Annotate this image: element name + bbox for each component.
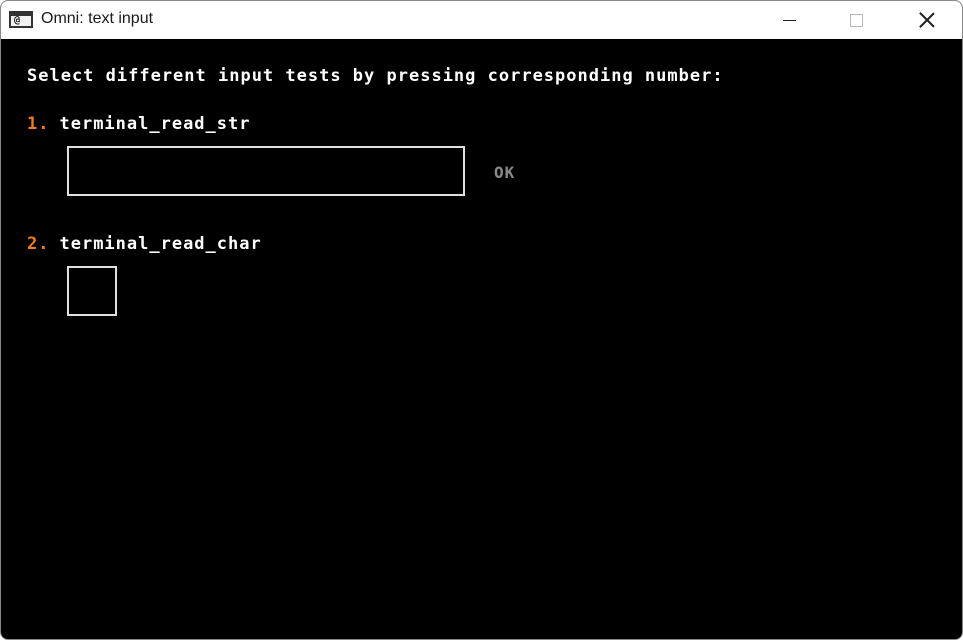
console-icon-glyph: @ — [14, 15, 21, 26]
ok-button[interactable]: OK — [494, 163, 515, 182]
close-button[interactable] — [904, 1, 950, 39]
test-label-2: terminal_read_char — [59, 234, 262, 254]
string-input-field[interactable] — [67, 146, 465, 196]
test-label-1: terminal_read_str — [59, 114, 251, 134]
minimize-button[interactable] — [766, 1, 812, 39]
test-number-1: 1. — [27, 114, 50, 134]
console-icon: @ — [9, 11, 33, 28]
instructions-text: Select different input tests by pressing… — [27, 66, 724, 86]
close-icon — [919, 12, 935, 28]
minimize-icon — [782, 19, 796, 21]
window-title: Omni: text input — [41, 10, 154, 27]
test-item-2: 2. terminal_read_char — [27, 234, 262, 254]
title-bar[interactable]: @ Omni: text input — [1, 1, 962, 39]
test-item-1: 1. terminal_read_str — [27, 114, 250, 134]
maximize-button[interactable] — [833, 1, 879, 39]
char-input-field[interactable] — [67, 266, 117, 316]
terminal-area[interactable]: Select different input tests by pressing… — [2, 39, 962, 639]
maximize-icon — [849, 13, 863, 27]
test-number-2: 2. — [27, 234, 50, 254]
app-window: @ Omni: text input Select different inpu… — [0, 0, 963, 640]
